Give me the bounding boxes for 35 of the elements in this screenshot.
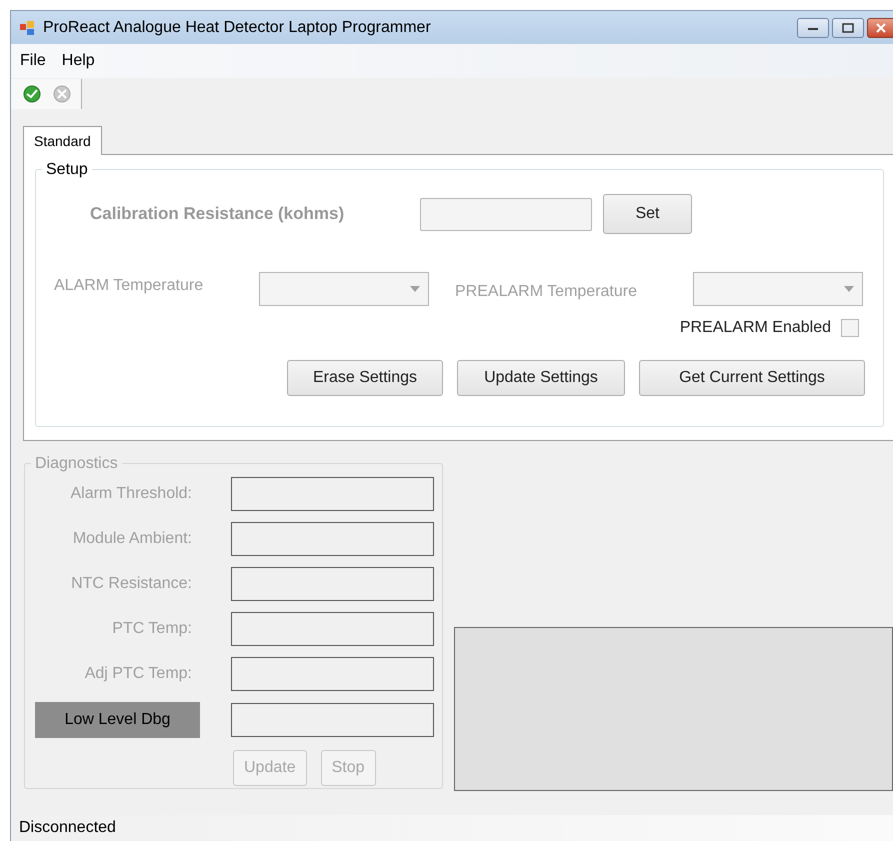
calibration-field[interactable] (420, 198, 592, 230)
settings-button[interactable]: Update Settings (457, 360, 625, 396)
diagnostic-field[interactable] (231, 612, 434, 646)
settings-button[interactable]: Get Current Settings (639, 360, 865, 396)
calibration-label: Calibration Resistance (kohms) (90, 203, 346, 226)
app-icon (19, 20, 35, 36)
maximize-button[interactable] (832, 18, 864, 38)
dropdown-arrow-icon (844, 286, 854, 292)
tab[interactable]: Standard (23, 126, 102, 155)
set-button[interactable]: Set (603, 194, 692, 234)
diagnostic-field[interactable] (231, 522, 434, 556)
prealarm-enabled-label: PREALARM Enabled (680, 318, 831, 338)
minimize-button[interactable] (797, 18, 829, 38)
prealarm-enabled-checkbox[interactable] (841, 319, 859, 337)
alarm-temperature-label: ALARM Temperature (54, 276, 204, 296)
window-title: ProReact Analogue Heat Detector Laptop Programmer (43, 18, 431, 38)
diagnostic-field[interactable] (231, 703, 434, 737)
diagnostic-field[interactable] (231, 477, 434, 511)
close-icon (876, 22, 886, 32)
diagnostic-field[interactable] (231, 567, 434, 601)
menu-item[interactable]: Help (54, 49, 102, 73)
dropdown-arrow-icon (410, 286, 420, 292)
diagnostic-field[interactable] (231, 657, 434, 691)
prealarm-temperature-label: PREALARM Temperature (455, 282, 638, 302)
close-button[interactable] (867, 18, 893, 38)
diagnostic-label: Module Ambient: (72, 529, 192, 549)
diagnostic-label: PTC Temp: (111, 619, 192, 639)
diagnostic-label: Adj PTC Temp: (84, 664, 192, 684)
diagnostic-label: Alarm Threshold: (69, 484, 192, 504)
diagnostic-label: NTC Resistance: (70, 574, 192, 594)
settings-button[interactable]: Erase Settings (287, 360, 443, 396)
status-text: Disconnected (19, 818, 116, 838)
low-level-debug-label: Low Level Dbg (35, 702, 200, 738)
menu-item[interactable]: File (13, 49, 53, 73)
maximize-icon (842, 22, 854, 32)
